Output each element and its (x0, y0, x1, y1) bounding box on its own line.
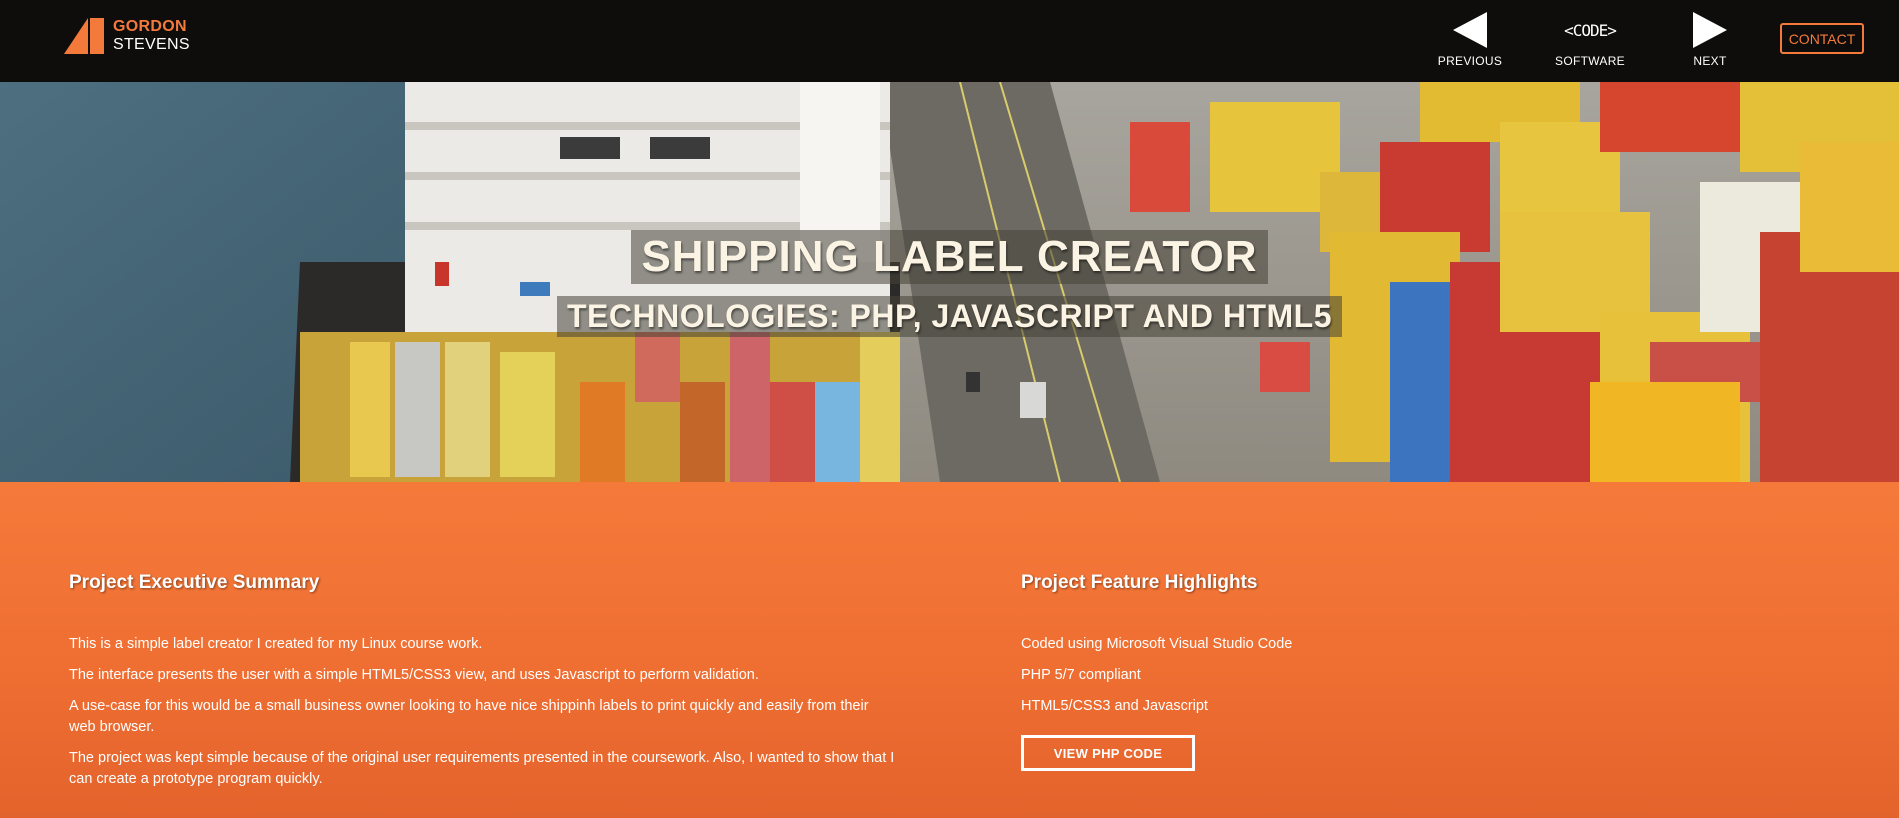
code-icon: <CODE> (1564, 20, 1617, 40)
summary-paragraph: A use-case for this would be a small bus… (69, 698, 869, 735)
contact-button[interactable]: CONTACT (1780, 23, 1864, 54)
logo-mark-icon (64, 18, 104, 54)
nav-next[interactable]: NEXT (1655, 10, 1765, 68)
view-php-code-button[interactable]: VIEW PHP CODE (1021, 735, 1195, 771)
feature-item: PHP 5/7 compliant (1021, 667, 1141, 683)
hero-subtitle: TECHNOLOGIES: PHP, JAVASCRIPT AND HTML5 (556, 296, 1343, 337)
top-navbar: GORDON STEVENS PREVIOUS <CODE> SOFTWARE … (0, 0, 1899, 82)
hero-banner: SHIPPING LABEL CREATOR TECHNOLOGIES: PHP… (0, 82, 1899, 482)
hero-title: SHIPPING LABEL CREATOR (631, 230, 1268, 284)
nav-software-label: SOFTWARE (1555, 54, 1625, 68)
executive-summary: Project Executive Summary This is a simp… (69, 572, 899, 800)
nav-previous[interactable]: PREVIOUS (1415, 10, 1525, 68)
summary-paragraph: This is a simple label creator I created… (69, 636, 483, 652)
feature-item: Coded using Microsoft Visual Studio Code (1021, 636, 1293, 652)
nav-next-label: NEXT (1693, 54, 1727, 68)
brand-logo[interactable]: GORDON STEVENS (64, 18, 190, 54)
arrow-left-icon (1453, 12, 1487, 48)
nav-previous-label: PREVIOUS (1437, 54, 1503, 68)
feature-highlights: Project Feature Highlights Coded using M… (1021, 572, 1621, 771)
brand-name-line1: GORDON (113, 18, 187, 35)
project-details-section: Project Executive Summary This is a simp… (0, 482, 1899, 818)
summary-paragraph: The project was kept simple because of t… (69, 750, 895, 787)
feature-item: HTML5/CSS3 and Javascript (1021, 698, 1208, 714)
brand-name: GORDON STEVENS (113, 18, 190, 54)
brand-name-line2: STEVENS (113, 36, 190, 53)
arrow-right-icon (1693, 12, 1727, 48)
features-heading: Project Feature Highlights (1021, 572, 1258, 593)
summary-paragraph: The interface presents the user with a s… (69, 667, 759, 683)
nav-software[interactable]: <CODE> SOFTWARE (1535, 10, 1645, 69)
summary-heading: Project Executive Summary (69, 572, 320, 593)
